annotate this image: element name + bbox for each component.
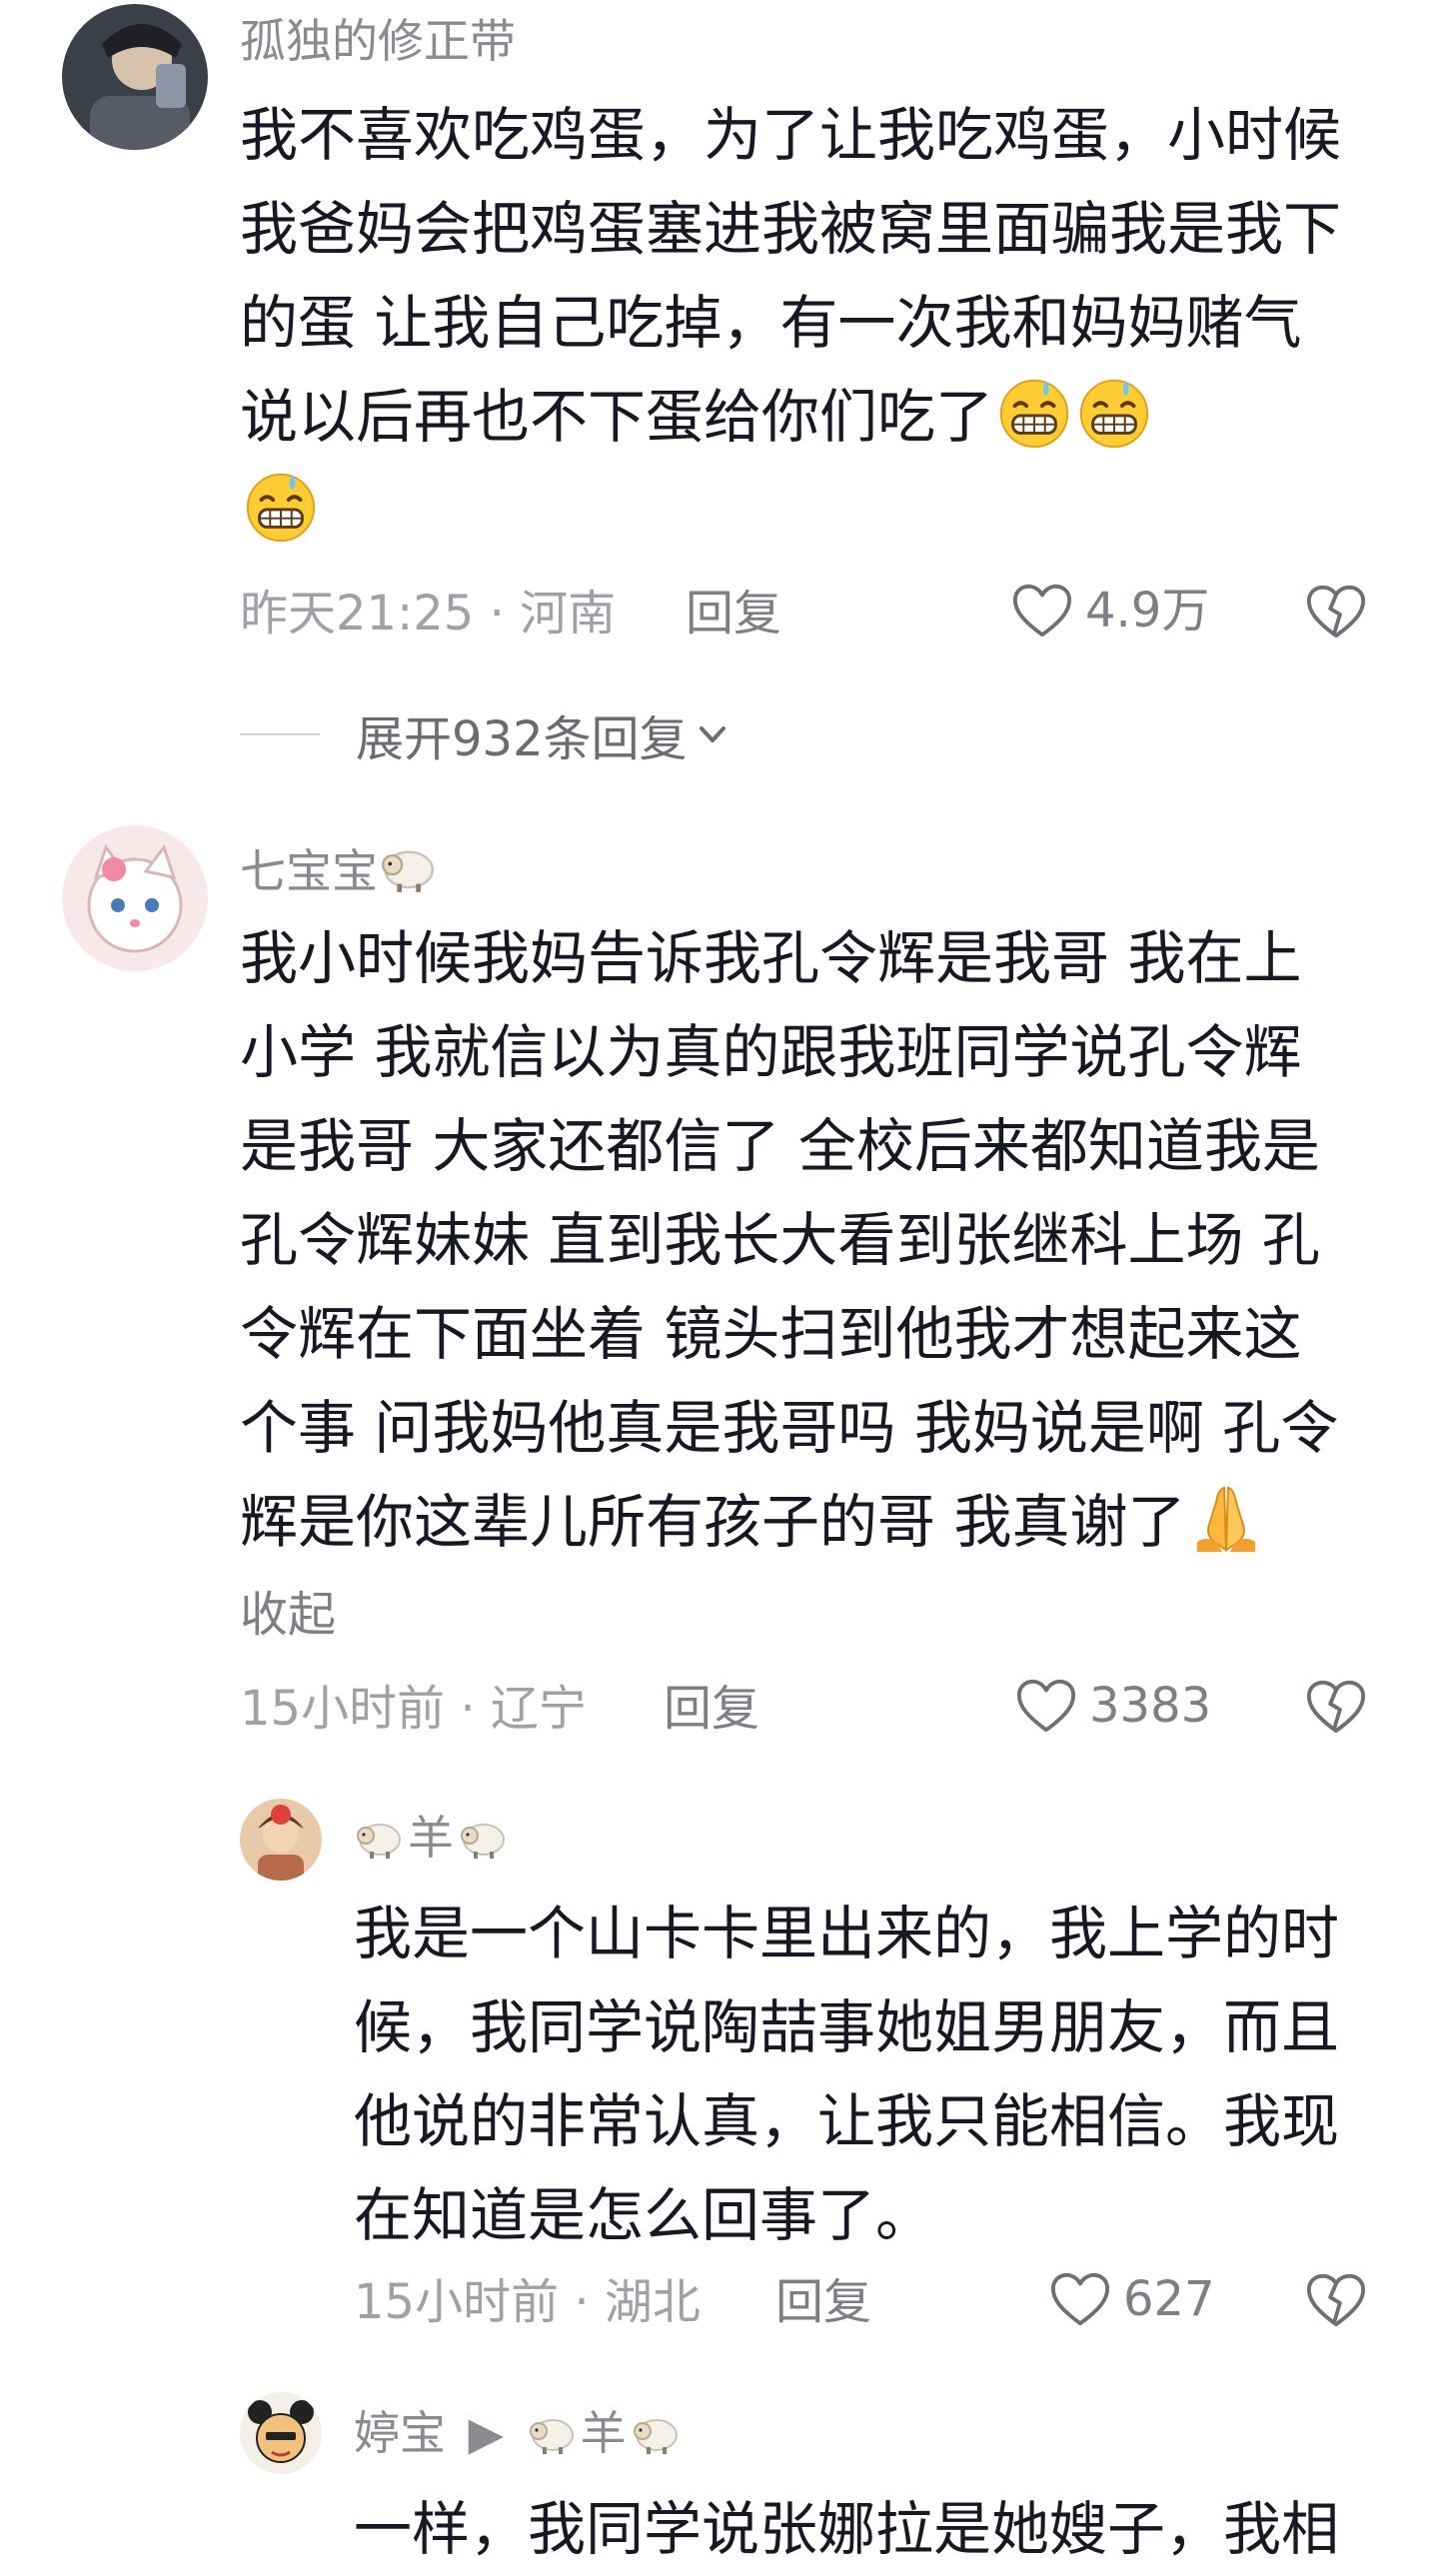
sheep-icon (354, 1816, 404, 1860)
dislike-icon[interactable] (1305, 580, 1367, 642)
dislike-icon[interactable] (1305, 2268, 1367, 2330)
reply-arrow-icon: ▶ (468, 2406, 505, 2460)
expand-replies-label: 展开932条回复 (356, 711, 688, 767)
location: 辽宁 (490, 1681, 587, 1737)
avatar-image (62, 825, 208, 971)
reply-to-username[interactable]: 羊 (581, 2406, 627, 2460)
grimacing-sweat-emoji (1075, 373, 1153, 451)
separator: · (574, 2274, 590, 2330)
separator: · (460, 1681, 476, 1737)
like-count: 3383 (1089, 1678, 1212, 1734)
like-count: 4.9万 (1085, 583, 1210, 639)
avatar-image (240, 1799, 322, 1881)
avatar[interactable] (240, 2392, 322, 2474)
reply-button[interactable]: 回复 (664, 1685, 759, 1733)
username[interactable]: 孤独的修正带 (240, 18, 516, 64)
grimacing-sweat-emoji (242, 467, 320, 545)
timestamp: 15小时前 (240, 1681, 446, 1737)
comment-meta: 15小时前 · 辽宁 (240, 1685, 587, 1733)
badge-icon (378, 841, 438, 893)
avatar[interactable] (62, 825, 208, 971)
heart-icon (1049, 2270, 1111, 2328)
expand-replies[interactable]: 展开932条回复 (240, 699, 729, 769)
location: 河南 (520, 586, 617, 642)
comment-text: 我是一个山卡卡里出来的，我上学的时候，我同学说陶喆事她姐男朋友，而且他说的非常认… (354, 1900, 1340, 2249)
comment-text: 我小时候我妈告诉我孔令辉是我哥 我在上小学 我就信以为真的跟我班同学说孔令辉是我… (240, 911, 1359, 1569)
like-button[interactable]: 4.9万 (1011, 582, 1209, 640)
timestamp: 昨天21:25 (240, 586, 475, 642)
like-button[interactable]: 627 (1049, 2270, 1215, 2328)
sheep-icon (631, 2411, 681, 2455)
reply-button[interactable]: 回复 (775, 2278, 871, 2326)
collapse-button[interactable]: 收起 (240, 1591, 336, 1639)
avatar-image (62, 4, 208, 150)
username[interactable]: 七宝宝 (240, 841, 438, 894)
avatar[interactable] (240, 1799, 322, 1881)
sheep-icon (458, 1816, 508, 1860)
comment-body: 我小时候我妈告诉我孔令辉是我哥 我在上小学 我就信以为真的跟我班同学说孔令辉是我… (240, 924, 1339, 1556)
comment-body: 我不喜欢吃鸡蛋，为了让我吃鸡蛋，小时候我爸妈会把鸡蛋塞进我被窝里面骗我是我下的蛋… (240, 101, 1342, 451)
dislike-icon[interactable] (1305, 1675, 1367, 1737)
comment-text: 一样，我同学说张娜拉是她嫂子，我相 (354, 2495, 1340, 2563)
heart-icon (1015, 1677, 1077, 1735)
like-count: 627 (1123, 2271, 1215, 2327)
username-label: 婷宝 (354, 2406, 446, 2460)
grimacing-sweat-emoji (995, 373, 1073, 451)
username-label: 七宝宝 (240, 844, 378, 898)
like-button[interactable]: 3383 (1015, 1677, 1211, 1735)
reply-button[interactable]: 回复 (686, 590, 781, 638)
separator: · (489, 586, 505, 642)
comment-text: 我不喜欢吃鸡蛋，为了让我吃鸡蛋，小时候我爸妈会把鸡蛋塞进我被窝里面骗我是我下的蛋… (240, 88, 1359, 558)
username[interactable]: 婷宝 ▶ 羊 (354, 2410, 681, 2456)
comment-meta: 15小时前 · 湖北 (354, 2278, 701, 2326)
divider-line (240, 733, 320, 735)
comment-meta: 昨天21:25 · 河南 (240, 590, 616, 638)
heart-icon (1011, 582, 1073, 640)
folded-hands-emoji (1187, 1478, 1265, 1556)
chevron-down-icon (699, 726, 725, 742)
sheep-icon (527, 2411, 577, 2455)
location: 湖北 (604, 2274, 701, 2330)
timestamp: 15小时前 (354, 2274, 560, 2330)
username[interactable]: 羊 (354, 1815, 508, 1861)
avatar[interactable] (62, 4, 208, 150)
avatar-image (240, 2392, 322, 2474)
username-label: 羊 (408, 1811, 454, 1865)
